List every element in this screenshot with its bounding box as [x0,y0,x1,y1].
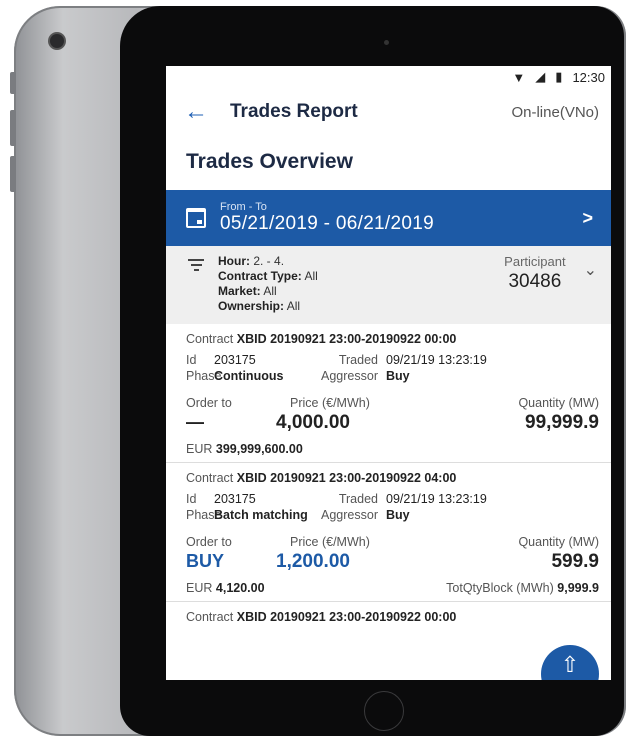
wifi-icon: ▼ [512,69,526,85]
eur-value: 4,120.00 [215,581,265,595]
filter-panel[interactable]: Hour: 2. - 4. Contract Type: All Market:… [166,246,611,324]
connection-status: On-line(VNo) [511,103,599,121]
scroll-up-button[interactable]: ⇧ [541,645,599,680]
page-title: Trades Report [230,101,358,122]
trade-meta: Id 203175 Traded 09/21/19 13:23:19 Phase Ba… [186,492,487,522]
section-title: Trades Overview [186,150,353,173]
trade-card[interactable]: Contract XBID 20190921 23:00-20190922 00… [166,324,611,463]
order-to-value: — [186,412,204,432]
date-range-label: From - To [220,201,267,213]
price-value: 1,200.00 [276,551,350,572]
chevron-down-icon[interactable]: ⌄ [584,254,597,324]
app-screen: ▼ ◢ ▮ 12:30 ← Trades Report On-line(VNo)… [166,66,611,680]
date-range-value: 05/21/2019 - 06/21/2019 [220,213,434,234]
calendar-icon [186,208,206,228]
rear-camera [50,34,64,48]
trade-contract: Contract XBID 20190921 23:00-20190922 00… [186,610,457,624]
signal-icon: ◢ [535,69,546,84]
eur-value: 399,999,600.00 [215,442,303,456]
battery-icon: ▮ [555,69,563,84]
home-button[interactable] [364,691,404,731]
chevron-right-icon: > [582,207,593,228]
trade-contract: Contract XBID 20190921 23:00-20190922 00… [186,332,457,346]
trade-card[interactable]: Contract XBID 20190921 23:00-20190922 04… [166,463,611,602]
volume-up-button [10,110,16,146]
totqty-value: 9,999.9 [557,581,599,595]
trade-card[interactable]: Contract XBID 20190921 23:00-20190922 00… [166,602,611,630]
mute-switch [10,72,16,94]
front-camera [384,40,389,45]
trade-contract: Contract XBID 20190921 23:00-20190922 04… [186,471,457,485]
order-to-value: BUY [186,551,225,571]
status-time: 12:30 [572,69,605,85]
top-app-bar: ← Trades Report On-line(VNo) [166,88,611,136]
filter-icon [188,254,204,324]
arrow-up-icon: ⇧ [560,652,580,677]
quantity-value: 599.9 [551,551,599,572]
date-range-selector[interactable]: From - To 05/21/2019 - 06/21/2019 > [166,190,611,246]
back-arrow-icon[interactable]: ← [184,98,214,126]
status-bar: ▼ ◢ ▮ 12:30 [166,66,611,88]
price-value: 4,000.00 [276,412,350,433]
filter-summary: Hour: 2. - 4. Contract Type: All Market:… [218,254,318,313]
participant-info: Participant 30486 [504,254,566,292]
quantity-value: 99,999.9 [525,412,599,433]
volume-down-button [10,156,16,192]
trade-meta: Id 203175 Traded 09/21/19 13:23:19 Phase Co… [186,353,487,383]
